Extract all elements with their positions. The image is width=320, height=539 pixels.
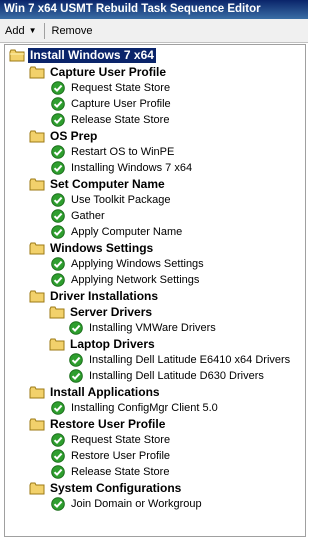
folder-icon xyxy=(29,290,45,303)
tree-step-node[interactable]: Applying Windows Settings xyxy=(51,256,206,272)
step-label: Installing Dell Latitude D630 Drivers xyxy=(89,369,264,382)
tree-step-node[interactable]: Installing Dell Latitude E6410 x64 Drive… xyxy=(69,352,292,368)
step-label: Applying Windows Settings xyxy=(71,257,204,270)
folder-icon xyxy=(29,386,45,399)
folder-icon xyxy=(29,418,45,431)
subgroup-label: Server Drivers xyxy=(70,304,153,319)
success-check-icon xyxy=(69,321,83,335)
folder-icon xyxy=(29,242,45,255)
subgroup-label: Laptop Drivers xyxy=(70,336,155,351)
folder-icon xyxy=(29,178,45,191)
group-label: OS Prep xyxy=(50,128,98,143)
step-label: Request State Store xyxy=(71,433,171,446)
step-label: Apply Computer Name xyxy=(71,225,183,238)
success-check-icon xyxy=(51,193,65,207)
tree-step-node[interactable]: Capture User Profile xyxy=(51,96,173,112)
step-label: Gather xyxy=(71,209,105,222)
folder-icon xyxy=(29,130,45,143)
group-label: Driver Installations xyxy=(50,288,159,303)
tree-step-node[interactable]: Applying Network Settings xyxy=(51,272,201,288)
step-label: Restore User Profile xyxy=(71,449,171,462)
group-label: Restore User Profile xyxy=(50,416,166,431)
step-label: Installing Dell Latitude E6410 x64 Drive… xyxy=(89,353,291,366)
success-check-icon xyxy=(51,225,65,239)
step-label: Use Toolkit Package xyxy=(71,193,171,206)
step-label: Restart OS to WinPE xyxy=(71,145,175,158)
tree-root-label: Install Windows 7 x64 xyxy=(28,47,156,63)
toolbar-separator xyxy=(43,22,45,39)
success-check-icon xyxy=(51,449,65,463)
step-label: Release State Store xyxy=(71,113,170,126)
tree-group-node[interactable]: Set Computer Name xyxy=(29,176,167,192)
step-label: Capture User Profile xyxy=(71,97,171,110)
tree-subgroup-node[interactable]: Server Drivers xyxy=(49,304,154,320)
tree-step-node[interactable]: Release State Store xyxy=(51,112,171,128)
group-label: Windows Settings xyxy=(50,240,154,255)
task-sequence-tree[interactable]: Install Windows 7 x64 Capture User Profi… xyxy=(4,44,306,537)
folder-icon xyxy=(29,66,45,79)
success-check-icon xyxy=(51,401,65,415)
tree-group-node[interactable]: Capture User Profile xyxy=(29,64,168,80)
tree-group-node[interactable]: Restore User Profile xyxy=(29,416,167,432)
tree-group-node[interactable]: Windows Settings xyxy=(29,240,155,256)
tree-step-node[interactable]: Apply Computer Name xyxy=(51,224,184,240)
toolbar: Add ▼ Remove xyxy=(0,19,308,43)
step-label: Request State Store xyxy=(71,81,171,94)
step-label: Installing Windows 7 x64 xyxy=(71,161,193,174)
step-label: Applying Network Settings xyxy=(71,273,200,286)
tree-group-node[interactable]: System Configurations xyxy=(29,480,183,496)
success-check-icon xyxy=(51,81,65,95)
tree-group-node[interactable]: OS Prep xyxy=(29,128,99,144)
tree-step-node[interactable]: Installing ConfigMgr Client 5.0 xyxy=(51,400,220,416)
step-label: Installing VMWare Drivers xyxy=(89,321,216,334)
folder-icon xyxy=(29,482,45,495)
success-check-icon xyxy=(51,273,65,287)
success-check-icon xyxy=(51,433,65,447)
success-check-icon xyxy=(51,161,65,175)
tree-step-node[interactable]: Restore User Profile xyxy=(51,448,172,464)
tree-step-node[interactable]: Request State Store xyxy=(51,432,172,448)
success-check-icon xyxy=(69,353,83,367)
remove-button[interactable]: Remove xyxy=(47,22,98,40)
group-label: Install Applications xyxy=(50,384,160,399)
tree-group-node[interactable]: Install Applications xyxy=(29,384,162,400)
success-check-icon xyxy=(51,97,65,111)
folder-icon xyxy=(9,49,25,62)
tree-step-node[interactable]: Restart OS to WinPE xyxy=(51,144,176,160)
step-label: Join Domain or Workgroup xyxy=(71,497,202,510)
tree-step-node[interactable]: Use Toolkit Package xyxy=(51,192,172,208)
success-check-icon xyxy=(51,465,65,479)
tree-step-node[interactable]: Installing Windows 7 x64 xyxy=(51,160,194,176)
folder-icon xyxy=(49,338,65,351)
group-label: Capture User Profile xyxy=(50,64,167,79)
success-check-icon xyxy=(51,145,65,159)
group-label: Set Computer Name xyxy=(50,176,165,191)
success-check-icon xyxy=(51,257,65,271)
add-label: Add xyxy=(5,24,25,37)
tree-group-node[interactable]: Driver Installations xyxy=(29,288,160,304)
success-check-icon xyxy=(51,209,65,223)
tree-subgroup-node[interactable]: Laptop Drivers xyxy=(49,336,157,352)
success-check-icon xyxy=(51,113,65,127)
window-title: Win 7 x64 USMT Rebuild Task Sequence Edi… xyxy=(0,0,308,19)
tree-step-node[interactable]: Installing VMWare Drivers xyxy=(69,320,218,336)
tree-step-node[interactable]: Request State Store xyxy=(51,80,172,96)
add-menu-button[interactable]: Add ▼ xyxy=(0,22,42,40)
folder-icon xyxy=(49,306,65,319)
tree-step-node[interactable]: Release State Store xyxy=(51,464,171,480)
tree-step-node[interactable]: Installing Dell Latitude D630 Drivers xyxy=(69,368,266,384)
group-label: System Configurations xyxy=(50,480,182,495)
step-label: Release State Store xyxy=(71,465,170,478)
success-check-icon xyxy=(51,497,65,511)
success-check-icon xyxy=(69,369,83,383)
step-label: Installing ConfigMgr Client 5.0 xyxy=(71,401,218,414)
dropdown-arrow-icon: ▼ xyxy=(28,25,37,35)
tree-root-node[interactable]: Install Windows 7 x64 xyxy=(9,47,156,63)
tree-step-node[interactable]: Join Domain or Workgroup xyxy=(51,496,204,512)
tree-step-node[interactable]: Gather xyxy=(51,208,107,224)
